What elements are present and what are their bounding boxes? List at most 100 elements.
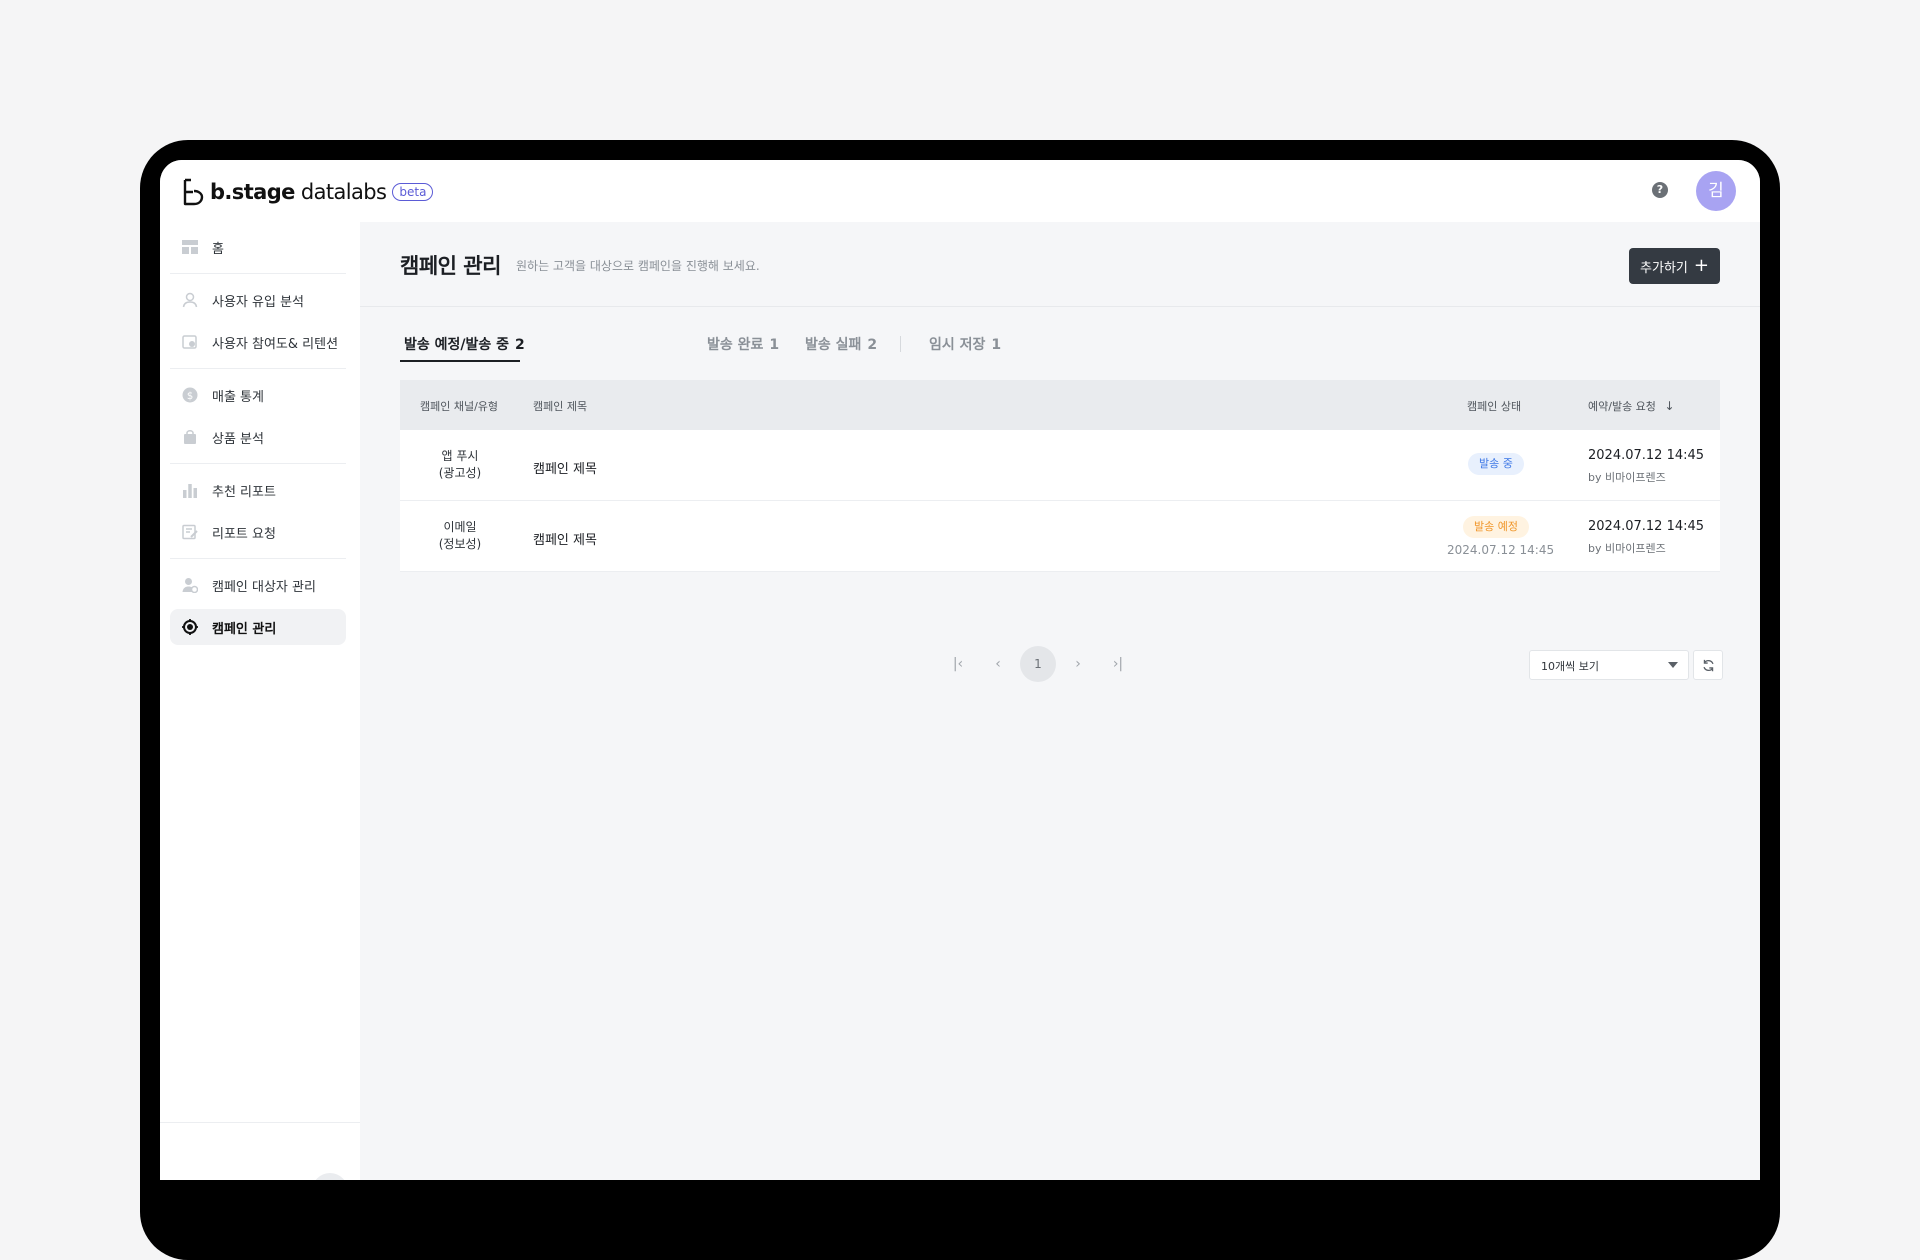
dashboard-icon [182, 239, 198, 255]
tab-drafts[interactable]: 임시 저장 1 [929, 334, 1001, 354]
page-size-value: 10개씩 보기 [1541, 660, 1599, 673]
column-header-date-label: 예약/발송 요청 [1588, 400, 1656, 413]
user-check-icon [182, 577, 198, 593]
sidebar-item-label: 캠페인 대상자 관리 [212, 579, 316, 595]
sidebar: 홈 사용자 유입 분석 사용자 참여도& 리텐션 $ 매출 통계 상품 분석 추… [160, 222, 360, 1180]
cell-channel: 앱 푸시 (광고성) [400, 448, 520, 482]
next-page-icon[interactable]: › [1060, 646, 1096, 682]
channel-name: 앱 푸시 [441, 449, 479, 463]
page-description: 원하는 고객을 대상으로 캠페인을 진행해 보세요. [516, 259, 760, 273]
sidebar-footer-divider [160, 1122, 360, 1123]
shopping-bag-icon [182, 429, 198, 445]
sidebar-item-label: 홈 [212, 241, 224, 257]
avatar[interactable]: 김 [1696, 171, 1736, 211]
table-row[interactable]: 이메일 (정보성) 캠페인 제목 발송 예정 2024.07.12 14:45 … [400, 501, 1720, 572]
sidebar-item-label: 캠페인 관리 [212, 621, 277, 637]
logo-text: b.stage datalabs [210, 180, 387, 204]
column-header-date[interactable]: 예약/발송 요청 ↓ [1588, 398, 1675, 414]
bar-chart-icon [182, 482, 198, 498]
dollar-icon: $ [182, 387, 198, 403]
sidebar-item-label: 매출 통계 [212, 389, 264, 405]
sidebar-divider [170, 463, 346, 464]
svg-text:$: $ [187, 391, 193, 402]
caret-down-icon [1668, 662, 1678, 668]
channel-type: (정보성) [438, 537, 482, 551]
add-campaign-button[interactable]: 추가하기 + [1629, 248, 1720, 284]
beta-badge: beta [392, 183, 434, 201]
cell-date: 2024.07.12 14:45 [1588, 448, 1705, 463]
sidebar-item-label: 상품 분석 [212, 431, 264, 447]
sidebar-divider [170, 273, 346, 274]
cell-date: 2024.07.12 14:45 [1588, 519, 1705, 534]
status-badge: 발송 중 [1468, 453, 1524, 475]
cell-requester: by 비마이프렌즈 [1588, 471, 1666, 484]
first-page-icon[interactable]: |‹ [940, 646, 976, 682]
status-scheduled-time: 2024.07.12 14:45 [1447, 543, 1555, 557]
sidebar-item-engagement[interactable]: 사용자 참여도& 리텐션 [170, 324, 346, 360]
page-size-select[interactable]: 10개씩 보기 [1529, 650, 1689, 680]
tab-scheduled-sending[interactable]: 발송 예정/발송 중 2 [404, 334, 525, 354]
sidebar-item-recommended-report[interactable]: 추천 리포트 [170, 472, 346, 508]
tab-label: 발송 완료 [707, 337, 764, 353]
help-icon[interactable]: ? [1652, 182, 1668, 198]
edit-report-icon [182, 524, 198, 540]
channel-type: (광고성) [438, 466, 482, 480]
sidebar-item-label: 리포트 요청 [212, 526, 276, 542]
add-button-label: 추가하기 [1640, 260, 1688, 276]
logo-mark-icon [183, 178, 204, 206]
tab-count: 1 [769, 337, 780, 353]
table-row[interactable]: 앱 푸시 (광고성) 캠페인 제목 발송 중 2024.07.12 14:45 … [400, 430, 1720, 501]
target-icon [182, 619, 198, 635]
cell-title[interactable]: 캠페인 제목 [533, 458, 597, 477]
collapse-sidebar-button[interactable]: ‹ [312, 1173, 348, 1180]
sidebar-item-campaign-management[interactable]: 캠페인 관리 [170, 609, 346, 645]
sidebar-item-label: 사용자 유입 분석 [212, 294, 304, 310]
sidebar-item-home[interactable]: 홈 [170, 229, 346, 265]
sidebar-divider [170, 368, 346, 369]
chevron-left-icon: ‹ [326, 1179, 333, 1180]
column-header-title: 캠페인 제목 [533, 400, 588, 413]
page-title: 캠페인 관리 [400, 254, 501, 278]
logo[interactable]: b.stage datalabs beta [182, 178, 434, 206]
app-screen: b.stage datalabs beta ? 김 홈 사용자 유입 분석 사용… [160, 160, 1760, 1180]
logo-brand: b.stage [210, 180, 295, 204]
tab-count: 1 [991, 337, 1002, 353]
cell-channel: 이메일 (정보성) [400, 519, 520, 553]
tab-label: 발송 예정/발송 중 [404, 337, 510, 353]
tab-label: 발송 실패 [805, 337, 862, 353]
tab-divider [900, 336, 901, 352]
sidebar-item-campaign-targets[interactable]: 캠페인 대상자 관리 [170, 567, 346, 603]
user-icon [182, 292, 198, 308]
sidebar-item-sales[interactable]: $ 매출 통계 [170, 377, 346, 413]
campaign-table: 캠페인 채널/유형 캠페인 제목 캠페인 상태 예약/발송 요청 ↓ 앱 푸시 … [400, 380, 1720, 572]
sidebar-item-label: 사용자 참여도& 리텐션 [212, 336, 339, 352]
table-header: 캠페인 채널/유형 캠페인 제목 캠페인 상태 예약/발송 요청 ↓ [400, 380, 1720, 430]
refresh-icon [1702, 659, 1714, 671]
active-tab-indicator [400, 360, 520, 362]
logo-product: datalabs [300, 180, 387, 204]
top-bar: b.stage datalabs beta ? 김 [160, 160, 1760, 222]
main-content: 캠페인 관리 원하는 고객을 대상으로 캠페인을 진행해 보세요. 추가하기 +… [360, 222, 1760, 1180]
tab-failed[interactable]: 발송 실패 2 [805, 334, 877, 354]
prev-page-icon[interactable]: ‹ [980, 646, 1016, 682]
last-page-icon[interactable]: ›| [1100, 646, 1136, 682]
header-divider [360, 306, 1760, 307]
sidebar-divider [170, 558, 346, 559]
plus-icon: + [1693, 255, 1709, 276]
cell-requester: by 비마이프렌즈 [1588, 542, 1666, 555]
sidebar-item-user-acquisition[interactable]: 사용자 유입 분석 [170, 282, 346, 318]
engagement-icon [182, 334, 198, 350]
tab-count: 2 [515, 337, 525, 353]
sidebar-item-label: 추천 리포트 [212, 484, 276, 500]
status-badge: 발송 예정 [1463, 516, 1529, 538]
sidebar-item-products[interactable]: 상품 분석 [170, 419, 346, 455]
column-header-channel: 캠페인 채널/유형 [420, 400, 499, 413]
tab-sent[interactable]: 발송 완료 1 [707, 334, 779, 354]
sidebar-item-report-request[interactable]: 리포트 요청 [170, 514, 346, 550]
page-number-current[interactable]: 1 [1020, 646, 1056, 682]
cell-title[interactable]: 캠페인 제목 [533, 529, 597, 548]
tab-count: 2 [867, 337, 878, 353]
tab-label: 임시 저장 [929, 337, 986, 353]
sort-down-icon[interactable]: ↓ [1664, 399, 1674, 413]
refresh-button[interactable] [1693, 650, 1723, 680]
